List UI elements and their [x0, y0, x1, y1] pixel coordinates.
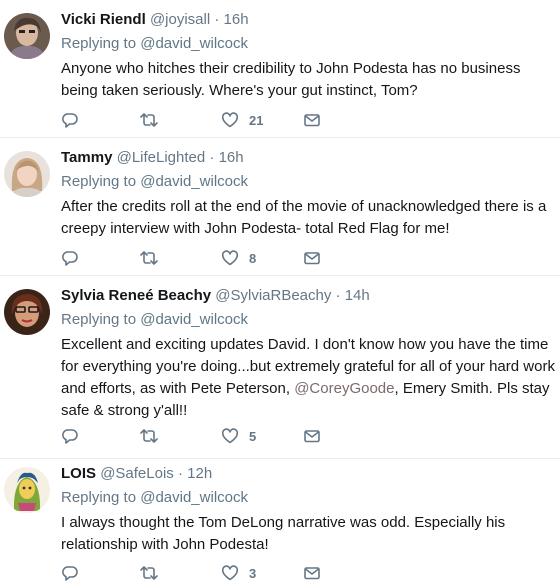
retweet-icon [140, 566, 158, 580]
heart-icon [221, 112, 239, 128]
reply-icon [62, 113, 78, 128]
tweet-text: After the credits roll at the end of the… [61, 198, 547, 237]
replying-to-label: Replying to [61, 311, 137, 328]
tweet-header: Vicki Riendl @joyisall · 16h [61, 10, 556, 30]
display-name[interactable]: Sylvia Reneé Beachy [61, 287, 211, 304]
tweet[interactable]: LOIS @SafeLois · 12h Replying to @david_… [0, 459, 560, 586]
replying-to-label: Replying to [61, 173, 137, 190]
reply-button[interactable] [61, 110, 79, 130]
reply-feed: Vicki Riendl @joyisall · 16h Replying to… [0, 0, 560, 586]
envelope-icon [304, 567, 320, 580]
envelope-icon [304, 114, 320, 127]
avatar-image [4, 151, 50, 197]
display-name[interactable]: LOIS [61, 465, 96, 482]
avatar[interactable] [4, 467, 50, 513]
direct-message-button[interactable] [303, 426, 321, 446]
replying-to-handle[interactable]: @david_wilcock [140, 173, 248, 190]
retweet-button[interactable] [139, 110, 159, 130]
reply-icon [62, 251, 78, 266]
like-count: 5 [249, 428, 257, 444]
user-handle[interactable]: @joyisall [150, 11, 210, 28]
separator: · [214, 11, 220, 28]
tweet-text: Excellent and exciting updates David. I … [61, 334, 556, 422]
tweet-actions: 3 [61, 563, 361, 583]
like-count: 21 [249, 112, 264, 128]
tweet-header: Tammy @LifeLighted · 16h [61, 148, 556, 168]
tweet-header: Sylvia Reneé Beachy @SylviaRBeachy · 14h [61, 286, 556, 306]
replying-to: Replying to @david_wilcock [61, 488, 556, 508]
retweet-button[interactable] [139, 563, 159, 583]
separator: · [335, 287, 341, 304]
avatar[interactable] [4, 151, 50, 197]
direct-message-button[interactable] [303, 248, 321, 268]
avatar[interactable] [4, 289, 50, 335]
user-handle[interactable]: @SylviaRBeachy [215, 287, 331, 304]
tweet-actions: 5 [61, 426, 361, 446]
replying-to-handle[interactable]: @david_wilcock [140, 35, 248, 52]
avatar-image [4, 467, 50, 513]
replying-to: Replying to @david_wilcock [61, 34, 556, 54]
replying-to-handle[interactable]: @david_wilcock [140, 489, 248, 506]
tweet-actions: 8 [61, 248, 361, 268]
timestamp[interactable]: 14h [345, 287, 370, 304]
like-button[interactable]: 8 [221, 248, 256, 268]
tweet[interactable]: Vicki Riendl @joyisall · 16h Replying to… [0, 0, 560, 138]
user-handle[interactable]: @SafeLois [100, 465, 174, 482]
mention-link[interactable]: @CoreyGoode [294, 380, 394, 397]
reply-icon [62, 429, 78, 444]
envelope-icon [304, 252, 320, 265]
reply-button[interactable] [61, 563, 79, 583]
envelope-icon [304, 430, 320, 443]
display-name[interactable]: Vicki Riendl [61, 11, 146, 28]
tweet-actions: 21 [61, 110, 361, 130]
replying-to-label: Replying to [61, 35, 137, 52]
like-count: 3 [249, 565, 257, 581]
like-count: 8 [249, 250, 257, 266]
reply-icon [62, 566, 78, 581]
timestamp[interactable]: 16h [224, 11, 249, 28]
heart-icon [221, 428, 239, 444]
timestamp[interactable]: 16h [219, 149, 244, 166]
tweet-text: Anyone who hitches their credibility to … [61, 60, 521, 99]
reply-button[interactable] [61, 248, 79, 268]
heart-icon [221, 565, 239, 581]
heart-icon [221, 250, 239, 266]
tweet[interactable]: Sylvia Reneé Beachy @SylviaRBeachy · 14h… [0, 276, 560, 459]
avatar-image [4, 289, 50, 335]
replying-to-label: Replying to [61, 489, 137, 506]
reply-button[interactable] [61, 426, 79, 446]
tweet-text: I always thought the Tom DeLong narrativ… [61, 514, 506, 553]
replying-to: Replying to @david_wilcock [61, 172, 556, 192]
like-button[interactable]: 5 [221, 426, 256, 446]
avatar[interactable] [4, 13, 50, 59]
direct-message-button[interactable] [303, 110, 321, 130]
retweet-icon [140, 251, 158, 265]
separator: · [177, 465, 183, 482]
replying-to: Replying to @david_wilcock [61, 310, 556, 330]
user-handle[interactable]: @LifeLighted [117, 149, 206, 166]
avatar-image [4, 13, 50, 59]
timestamp[interactable]: 12h [187, 465, 212, 482]
like-button[interactable]: 3 [221, 563, 256, 583]
tweet[interactable]: Tammy @LifeLighted · 16h Replying to @da… [0, 138, 560, 276]
retweet-button[interactable] [139, 426, 159, 446]
retweet-icon [140, 429, 158, 443]
direct-message-button[interactable] [303, 563, 321, 583]
retweet-icon [140, 113, 158, 127]
tweet-header: LOIS @SafeLois · 12h [61, 464, 556, 484]
replying-to-handle[interactable]: @david_wilcock [140, 311, 248, 328]
like-button[interactable]: 21 [221, 110, 263, 130]
display-name[interactable]: Tammy [61, 149, 112, 166]
separator: · [209, 149, 215, 166]
retweet-button[interactable] [139, 248, 159, 268]
